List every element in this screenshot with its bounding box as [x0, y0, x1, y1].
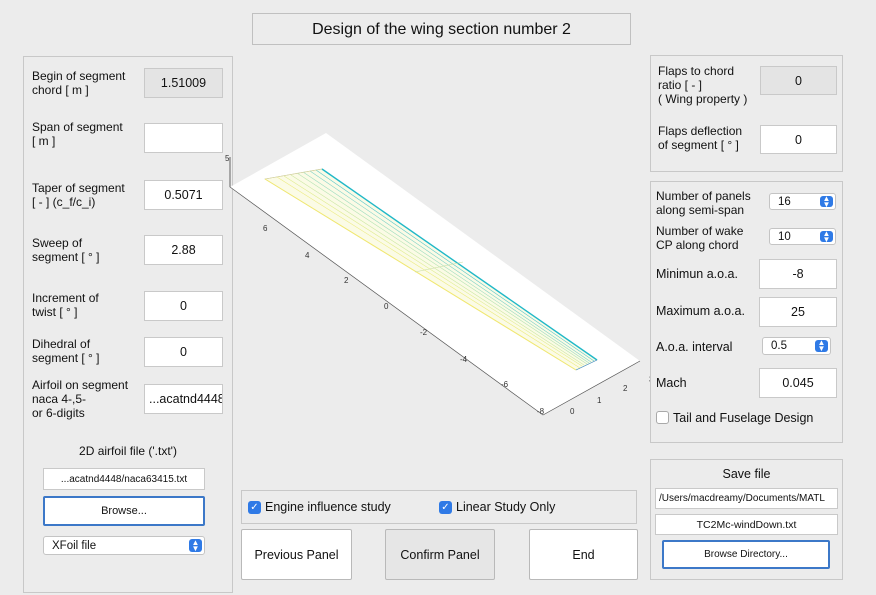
begin-chord-label: Begin of segment chord [ m ]	[32, 69, 126, 97]
airfoil-file-label: 2D airfoil file ('.txt')	[79, 444, 177, 458]
twist-label: Increment of twist [ ° ]	[32, 291, 99, 319]
sweep-field[interactable]: 2.88	[144, 235, 223, 265]
end-button[interactable]: End	[529, 529, 638, 580]
wake-select[interactable]: 10 ▲ ▼	[769, 228, 836, 245]
interval-select[interactable]: 0.5 ▲ ▼	[762, 337, 831, 355]
engine-checkbox[interactable]: ✓	[248, 501, 261, 514]
flaps-deflection-label: Flaps deflection of segment [ ° ]	[658, 124, 743, 152]
wake-label: Number of wake CP along chord	[656, 224, 744, 252]
z-tick-label: 5	[225, 154, 230, 163]
y-tick-m4: -4	[460, 355, 468, 364]
airfoil-type-select[interactable]: XFoil file ▲ ▼	[43, 536, 205, 555]
airfoil-field[interactable]: ...acatnd4448/	[144, 384, 223, 414]
tail-fuselage-label: Tail and Fuselage Design	[673, 411, 814, 425]
max-aoa-label: Maximum a.o.a.	[656, 304, 745, 318]
span-label: Span of segment [ m ]	[32, 120, 123, 148]
taper-label: Taper of segment [ - ] (c_f/c_i)	[32, 181, 125, 209]
save-filename-field[interactable]: TC2Mc-windDown.txt	[655, 514, 838, 535]
wing-surface	[264, 168, 598, 371]
wing-chord-line-7	[276, 176, 581, 369]
title-panel: Design of the wing section number 2	[252, 13, 631, 45]
tail-fuselage-checkbox[interactable]	[656, 411, 669, 424]
linear-checkbox[interactable]: ✓	[439, 501, 452, 514]
begin-chord-field: 1.51009	[144, 68, 223, 98]
y-tick-6: 6	[263, 224, 268, 233]
x-tick-2: 2	[623, 384, 628, 393]
y-tick-0: 0	[384, 302, 389, 311]
min-aoa-field[interactable]: -8	[759, 259, 837, 289]
span-field[interactable]	[144, 123, 223, 153]
taper-field[interactable]: 0.5071	[144, 180, 223, 210]
flaps-deflection-field[interactable]: 0	[760, 125, 837, 154]
y-tick-m8: -8	[537, 407, 545, 416]
interval-value: 0.5	[771, 340, 787, 352]
save-path-field[interactable]: /Users/macdreamy/Documents/MATL	[655, 488, 838, 509]
y-tick-m6: -6	[501, 380, 509, 389]
flaps-ratio-field: 0	[760, 66, 837, 95]
chevron-updown-icon: ▲ ▼	[189, 538, 202, 552]
previous-panel-button[interactable]: Previous Panel	[241, 529, 352, 580]
confirm-panel-button[interactable]: Confirm Panel	[385, 529, 495, 580]
panels-value: 16	[778, 195, 791, 208]
panels-label: Number of panels along semi-span	[656, 189, 751, 217]
mach-label: Mach	[656, 376, 687, 390]
mach-field[interactable]: 0.045	[759, 368, 837, 398]
y-tick-2: 2	[344, 276, 349, 285]
airfoil-file-field[interactable]: ...acatnd4448/naca63415.txt	[43, 468, 205, 490]
twist-field[interactable]: 0	[144, 291, 223, 321]
min-aoa-label: Minimun a.o.a.	[656, 267, 738, 281]
browse-directory-button[interactable]: Browse Directory...	[662, 540, 830, 569]
y-tick-4: 4	[305, 251, 310, 260]
linear-label: Linear Study Only	[456, 500, 556, 514]
x-tick-1: 1	[597, 396, 602, 405]
wake-value: 10	[778, 230, 791, 243]
x-tick-0: 0	[570, 407, 575, 416]
sweep-label: Sweep of segment [ ° ]	[32, 236, 100, 264]
page-title: Design of the wing section number 2	[312, 21, 571, 38]
y-tick-m2: -2	[420, 328, 428, 337]
airfoil-type-value: XFoil file	[52, 539, 97, 552]
wing-3d-plot: 6 4 2 0 -2 -4 -6 -8 0 1 2 3 5	[225, 133, 654, 416]
chevron-updown-icon: ▲ ▼	[815, 339, 828, 353]
flaps-ratio-label: Flaps to chord ratio [ - ] ( Wing proper…	[658, 64, 748, 106]
panels-select[interactable]: 16 ▲ ▼	[769, 193, 836, 210]
browse-airfoil-button[interactable]: Browse...	[43, 496, 205, 526]
airfoil-label: Airfoil on segment naca 4-,5- or 6-digit…	[32, 378, 129, 420]
dihedral-field[interactable]: 0	[144, 337, 223, 367]
chevron-updown-icon: ▲ ▼	[820, 229, 833, 243]
chevron-updown-icon: ▲ ▼	[820, 194, 833, 208]
dihedral-label: Dihedral of segment [ ° ]	[32, 337, 100, 365]
wing-chord-line-6	[283, 175, 583, 367]
max-aoa-field[interactable]: 25	[759, 297, 837, 327]
interval-label: A.o.a. interval	[656, 340, 733, 354]
engine-label: Engine influence study	[265, 500, 391, 514]
save-file-title: Save file	[722, 467, 771, 481]
